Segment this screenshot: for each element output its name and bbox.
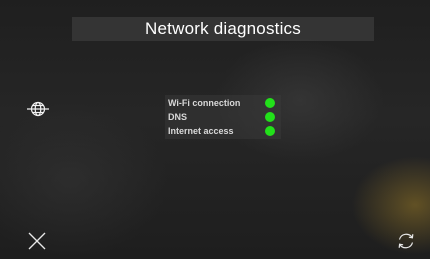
close-icon [28, 232, 46, 250]
status-row-internet: Internet access [168, 125, 234, 137]
refresh-button[interactable] [396, 231, 416, 251]
status-ok-indicator [265, 126, 275, 136]
status-label-dns: DNS [168, 112, 188, 122]
status-ok-indicator [265, 98, 275, 108]
status-row-dns: DNS [168, 111, 187, 123]
globe-icon[interactable] [27, 98, 49, 120]
title-bar: Network diagnostics [72, 17, 374, 41]
status-row-wifi: Wi-Fi connection [168, 97, 240, 109]
status-panel: Wi-Fi connection DNS Internet access [165, 95, 281, 139]
status-ok-indicator [265, 112, 275, 122]
diagnostics-screen: Network diagnostics Wi-Fi connection DNS… [0, 0, 430, 259]
status-label-wifi: Wi-Fi connection [168, 98, 241, 108]
close-button[interactable] [27, 231, 47, 251]
refresh-icon [398, 233, 414, 249]
page-title: Network diagnostics [145, 19, 301, 38]
status-label-internet: Internet access [168, 126, 234, 136]
